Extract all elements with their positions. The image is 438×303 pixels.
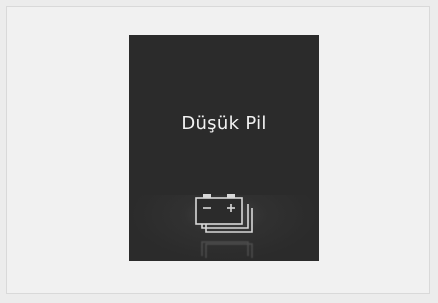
battery-terminal-negative — [203, 194, 211, 198]
battery-terminal-positive — [227, 194, 235, 198]
icon-reflection — [201, 241, 253, 258]
low-battery-icon — [195, 194, 253, 233]
battery-body — [195, 197, 243, 225]
low-battery-panel: Düşük Pil — [129, 35, 319, 261]
panel-title: Düşük Pil — [181, 113, 267, 134]
